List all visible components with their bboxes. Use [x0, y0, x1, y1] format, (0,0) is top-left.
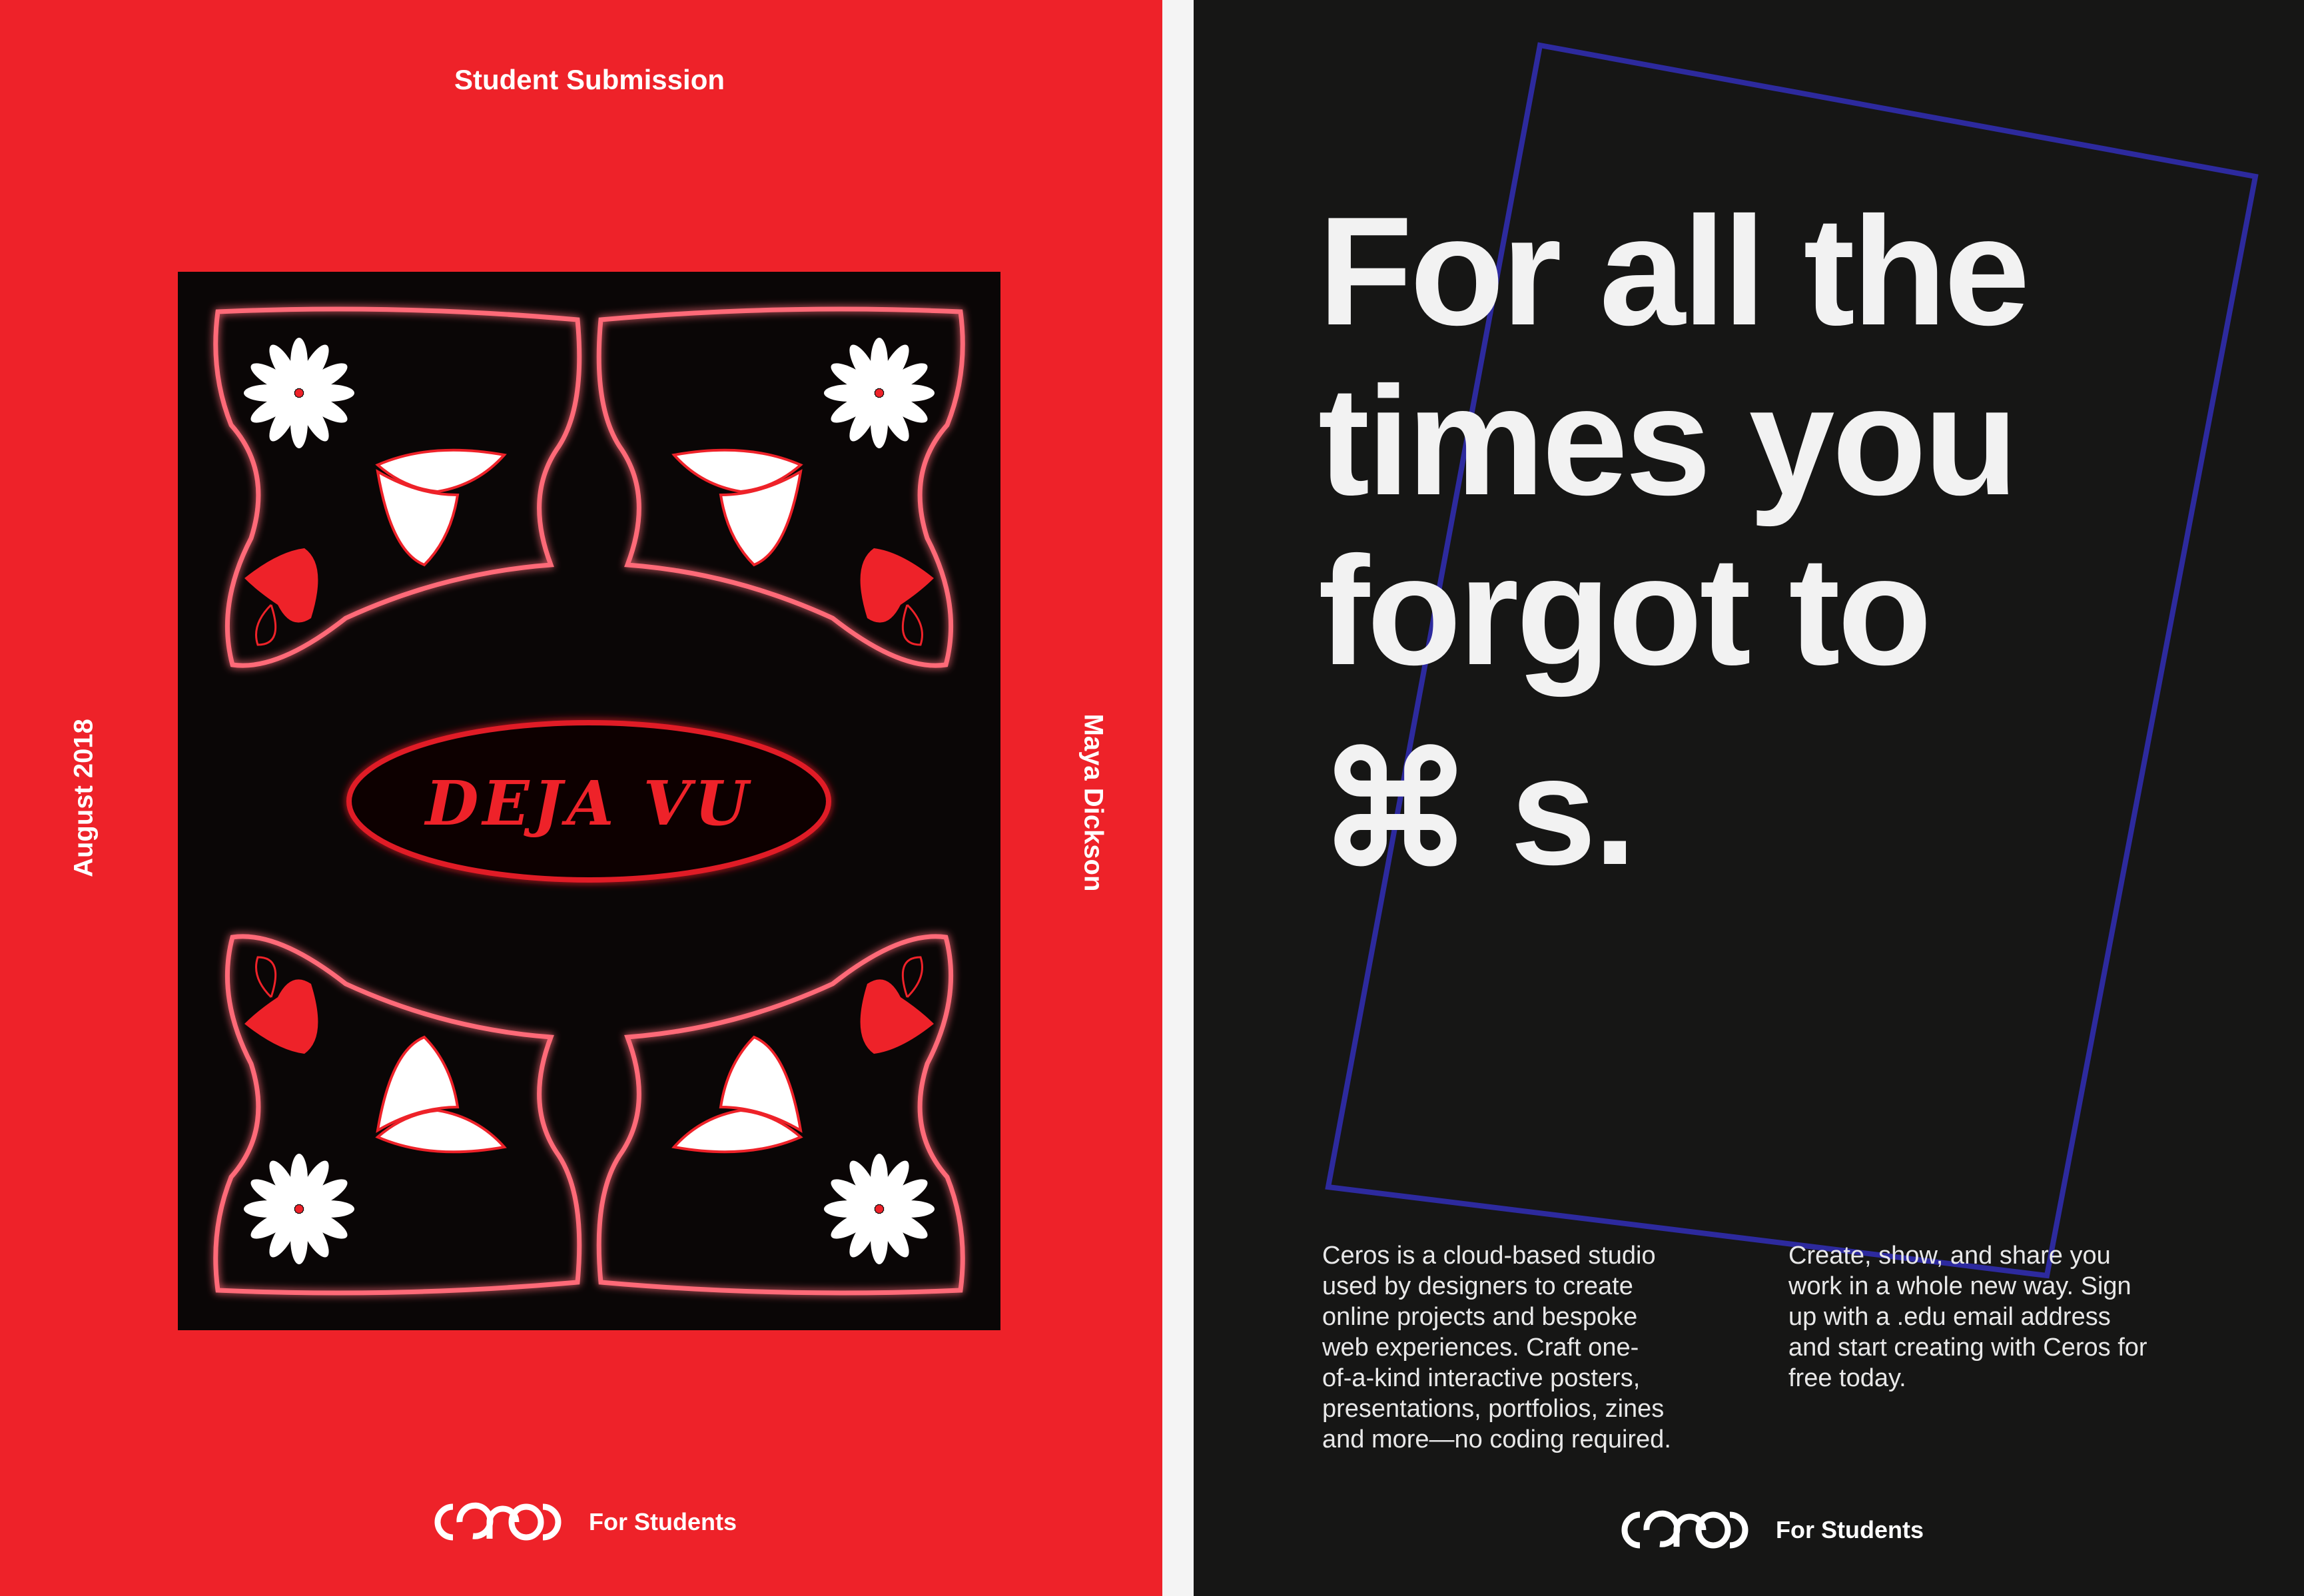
student-submission-card: Student Submission August 2018 Maya Dick… — [0, 0, 1162, 1596]
description-right: Create, show, and share you work in a wh… — [1788, 1240, 2228, 1394]
text-line: and start creating with Ceros for — [1788, 1334, 2147, 1362]
ceros-footer: For Students — [426, 1499, 737, 1545]
text-line: presentations, portfolios, zines — [1322, 1395, 1665, 1423]
text-line: used by designers to create — [1322, 1272, 1633, 1300]
footer-label: For Students — [1776, 1516, 1924, 1543]
headline: For all the times you forgot to ⌘ s. — [1318, 185, 2030, 897]
poster-title: DEJA VU — [424, 767, 752, 839]
ceros-logo — [1621, 1510, 1748, 1549]
text-line: up with a .edu email address — [1788, 1303, 2111, 1331]
submission-date: August 2018 — [69, 719, 99, 877]
ceros-logo — [434, 1502, 562, 1541]
text-line: Ceros is a cloud-based studio — [1322, 1242, 1656, 1270]
headline-line: forgot to — [1318, 525, 1932, 697]
author-name: Maya Dickson — [1078, 713, 1108, 892]
text-line: of-a-kind interactive posters, — [1322, 1364, 1641, 1392]
text-line: and more—no coding required. — [1322, 1425, 1671, 1453]
deja-vu-poster: DEJA VU — [178, 272, 1000, 1330]
ceros-ad-card: For all the times you forgot to ⌘ s. Cer… — [1194, 0, 2304, 1596]
ceros-footer: For Students — [1613, 1507, 1924, 1553]
text-line: online projects and bespoke — [1322, 1303, 1638, 1331]
text-line: Create, show, and share you — [1788, 1242, 2111, 1270]
text-line: free today. — [1788, 1364, 1906, 1392]
headline-line: times you — [1318, 355, 2018, 528]
description-left: Ceros is a cloud-based studio used by de… — [1322, 1240, 1748, 1455]
card-title: Student Submission — [454, 64, 725, 95]
text-line: web experiences. Craft one- — [1322, 1334, 1639, 1362]
headline-line: ⌘ s. — [1318, 725, 1637, 897]
text-line: work in a whole new way. Sign — [1788, 1272, 2131, 1300]
footer-label: For Students — [589, 1508, 737, 1535]
headline-line: For all the — [1318, 185, 2030, 358]
